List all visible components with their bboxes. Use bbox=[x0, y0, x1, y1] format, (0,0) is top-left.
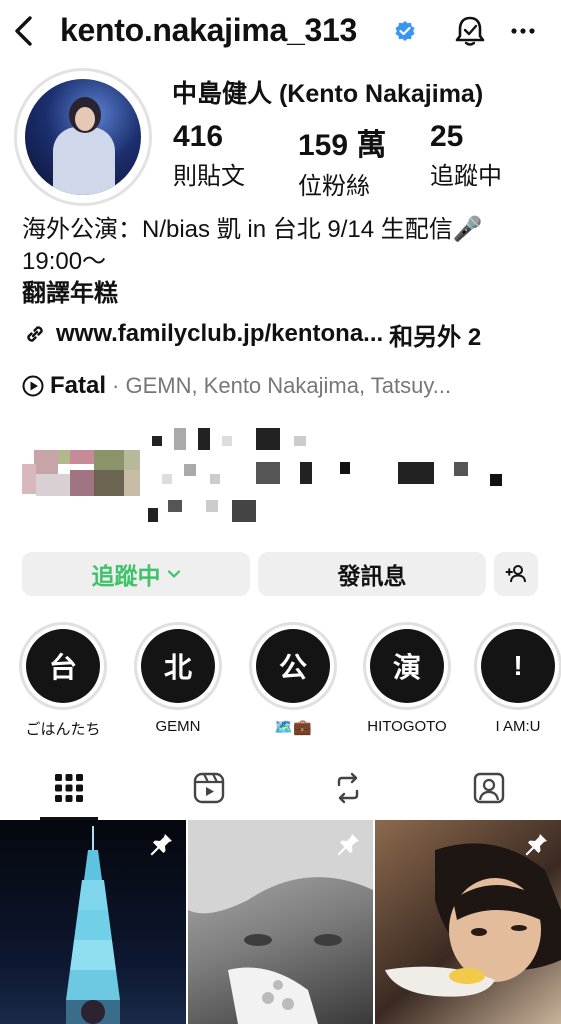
following-label: 追蹤中 bbox=[430, 163, 502, 190]
story-highlight[interactable]: ! I AM:U bbox=[474, 622, 561, 735]
bio-line: 翻譯年糕 bbox=[22, 280, 118, 307]
story-highlight[interactable]: 演 HITOGOTO bbox=[363, 622, 451, 735]
message-button[interactable]: 發訊息 bbox=[258, 552, 486, 596]
highlight-cover: 北 bbox=[141, 629, 215, 703]
notification-bell-icon[interactable] bbox=[454, 14, 486, 48]
following-button-label: 追蹤中 bbox=[91, 563, 161, 589]
highlight-cover: 公 bbox=[256, 629, 330, 703]
link-url[interactable]: www.familyclub.jp/kentona... bbox=[56, 320, 383, 348]
music-song: Fatal bbox=[50, 372, 107, 399]
followers-number: 159 萬 bbox=[298, 129, 387, 162]
reposts-tab-icon[interactable] bbox=[330, 770, 366, 806]
highlight-label: GEMN bbox=[155, 718, 201, 735]
post-thumbnail[interactable] bbox=[188, 820, 373, 1024]
grid-tab-icon[interactable] bbox=[51, 770, 87, 806]
bio-line: 19:00～ bbox=[22, 248, 107, 275]
highlight-label: HITOGOTO bbox=[367, 718, 447, 735]
pixelated-content bbox=[22, 424, 542, 524]
pin-icon bbox=[150, 832, 172, 856]
verified-badge-icon bbox=[395, 21, 415, 41]
post-grid bbox=[0, 820, 561, 1024]
link-icon bbox=[27, 326, 43, 342]
back-arrow-icon[interactable] bbox=[10, 14, 40, 48]
play-icon bbox=[22, 375, 44, 397]
profile-avatar-ring[interactable] bbox=[14, 68, 152, 206]
post-thumbnail[interactable] bbox=[0, 820, 186, 1024]
post-thumbnail[interactable] bbox=[375, 820, 561, 1024]
following-button[interactable]: 追蹤中 bbox=[22, 552, 250, 596]
posts-label: 則貼文 bbox=[173, 163, 245, 190]
posts-count[interactable]: 416 則貼文 bbox=[173, 120, 245, 191]
message-button-label: 發訊息 bbox=[337, 563, 407, 589]
chevron-down-icon bbox=[167, 570, 180, 578]
profile-username: kento.nakajima_313 bbox=[60, 12, 357, 48]
link-more[interactable]: 和另外 2 bbox=[389, 317, 481, 352]
highlight-cover: 演 bbox=[370, 629, 444, 703]
bio: 海外公演：N/bias 凱 in 台北 9/14 生配信🎤 19:00～ 翻譯年… bbox=[22, 214, 552, 310]
highlight-cover: ! bbox=[481, 629, 555, 703]
music-artists: · GEMN, Kento Nakajima, Tatsuy... bbox=[112, 373, 452, 398]
profile-tabs bbox=[0, 760, 561, 820]
profile-link[interactable]: www.familyclub.jp/kentona... 和另外 2 bbox=[22, 316, 481, 352]
highlight-cover: 台 bbox=[26, 629, 100, 703]
more-options-icon[interactable] bbox=[510, 18, 536, 44]
followers-count[interactable]: 159 萬 位粉絲 bbox=[298, 120, 386, 201]
bio-line: 海外公演：N/bias 凱 in 台北 9/14 生配信🎤 bbox=[22, 216, 483, 243]
story-highlight[interactable]: 公 🗺️💼 bbox=[249, 622, 337, 736]
highlight-label: I AM:U bbox=[495, 718, 541, 735]
avatar bbox=[25, 79, 141, 195]
followers-label: 位粉絲 bbox=[298, 173, 370, 200]
following-count[interactable]: 25 追蹤中 bbox=[430, 120, 502, 191]
highlight-label: 🗺️💼 bbox=[274, 719, 312, 736]
highlight-label: ごはんたち bbox=[25, 721, 101, 738]
posts-number: 416 bbox=[173, 120, 224, 153]
following-number: 25 bbox=[430, 120, 464, 153]
pin-icon bbox=[337, 832, 359, 856]
tagged-tab-icon[interactable] bbox=[471, 770, 507, 806]
story-highlight[interactable]: 北 GEMN bbox=[134, 622, 222, 735]
top-bar: kento.nakajima_313 bbox=[0, 0, 561, 62]
story-highlight[interactable]: 台 ごはんたち bbox=[19, 622, 107, 739]
pin-icon bbox=[525, 832, 547, 856]
suggested-accounts-button[interactable] bbox=[494, 552, 538, 596]
add-person-icon bbox=[505, 565, 526, 583]
reels-tab-icon[interactable] bbox=[191, 770, 227, 806]
profile-music[interactable]: Fatal · GEMN, Kento Nakajima, Tatsuy... bbox=[22, 370, 451, 402]
display-name: 中島健人 (Kento Nakajima) bbox=[172, 80, 484, 108]
